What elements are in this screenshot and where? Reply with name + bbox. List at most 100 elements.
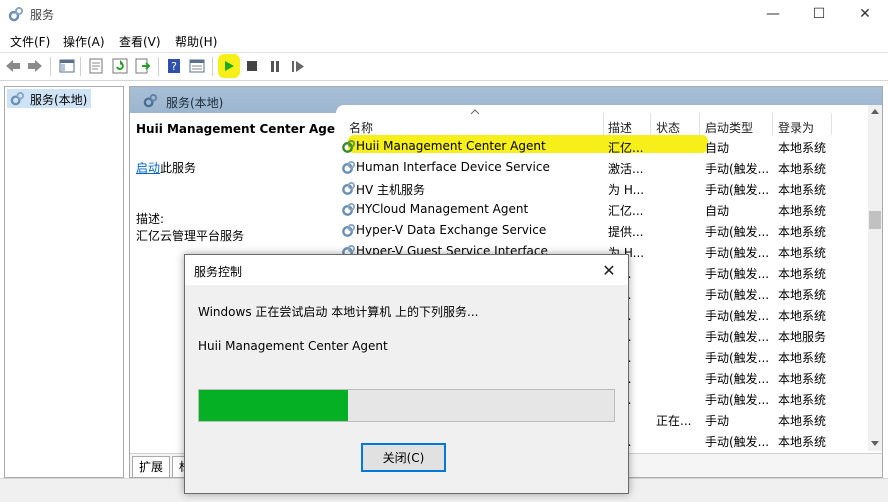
- dialog-service-name: Huii Management Center Agent: [198, 339, 388, 353]
- column-divider: [831, 113, 832, 135]
- title-bar: 服务 — ☐ ✕: [0, 0, 888, 28]
- progress-bar: [198, 389, 615, 422]
- service-gear-icon: [342, 181, 356, 195]
- scroll-up-icon[interactable]: [871, 109, 879, 114]
- cell-desc: 激活...: [608, 162, 644, 176]
- cell-startup: 手动: [705, 414, 730, 428]
- menu-view[interactable]: 查看(V): [119, 33, 161, 50]
- column-divider: [650, 113, 651, 135]
- scroll-down-icon[interactable]: [871, 441, 879, 446]
- cell-startup: 手动(触发...: [705, 162, 770, 176]
- toolbar: ?: [0, 52, 888, 81]
- cell-startup: 手动(触发...: [705, 183, 770, 197]
- cell-status: 正在...: [656, 414, 692, 428]
- export-list-icon[interactable]: [134, 57, 152, 75]
- cell-logon: 本地系统: [778, 204, 827, 218]
- sort-ascending-icon: [470, 109, 480, 115]
- window-title: 服务: [30, 8, 55, 22]
- cell-logon: 本地系统: [778, 414, 827, 428]
- cell-logon: 本地系统: [778, 267, 827, 281]
- column-divider: [699, 113, 700, 135]
- vertical-scrollbar[interactable]: [868, 105, 882, 451]
- cell-logon: 本地系统: [778, 162, 827, 176]
- cell-startup: 手动(触发...: [705, 393, 770, 407]
- dialog-title: 服务控制: [194, 265, 243, 279]
- selected-service-name: Huii Management Center Agent: [136, 122, 350, 136]
- console-tree-icon[interactable]: [58, 57, 76, 75]
- cell-name: HYCloud Management Agent: [356, 202, 529, 216]
- cell-name: Huii Management Center Agent: [356, 139, 546, 153]
- description-text: 汇亿云管理平台服务: [136, 229, 245, 243]
- dialog-close-icon[interactable]: ✕: [595, 258, 623, 282]
- column-header-log-on-as[interactable]: 登录为: [778, 119, 814, 136]
- cell-logon: 本地系统: [778, 141, 827, 155]
- start-service-link[interactable]: 启动: [136, 159, 160, 176]
- column-header-startup-type[interactable]: 启动类型: [705, 119, 753, 136]
- menu-action[interactable]: 操作(A): [63, 33, 105, 50]
- cell-name: Human Interface Device Service: [356, 160, 550, 174]
- column-header-name[interactable]: 名称: [349, 119, 373, 136]
- stop-icon[interactable]: [243, 57, 261, 75]
- forward-arrow-icon[interactable]: [26, 57, 44, 75]
- cell-startup: 手动(触发...: [705, 330, 770, 344]
- tab-extended[interactable]: 扩展: [132, 456, 171, 477]
- cell-logon: 本地系统: [778, 351, 827, 365]
- table-row[interactable]: Human Interface Device Service 激活... 手动(触发…: [336, 157, 868, 178]
- service-gear-icon: [342, 202, 356, 216]
- resume-icon[interactable]: [289, 57, 307, 75]
- tree-item-label: 服务(本地): [30, 93, 88, 107]
- start-icon[interactable]: [220, 57, 238, 75]
- service-gear-icon: [342, 139, 356, 153]
- cell-logon: 本地系统: [778, 435, 827, 449]
- cell-startup: 手动(触发...: [705, 288, 770, 302]
- column-divider: [603, 113, 604, 135]
- dialog-message: Windows 正在尝试启动 本地计算机 上的下列服务...: [198, 305, 479, 319]
- column-header-description[interactable]: 描述: [608, 119, 632, 136]
- service-gear-icon: [342, 160, 356, 174]
- cell-desc: 提供...: [608, 225, 644, 239]
- close-button[interactable]: 关闭(C): [361, 443, 446, 472]
- cell-startup: 手动(触发...: [705, 267, 770, 281]
- column-header-status[interactable]: 状态: [656, 119, 680, 136]
- cell-startup: 手动(触发...: [705, 372, 770, 386]
- cell-name: HV 主机服务: [356, 183, 426, 197]
- cell-desc: 为 H...: [608, 183, 645, 197]
- cell-startup: 手动(触发...: [705, 351, 770, 365]
- menu-help[interactable]: 帮助(H): [175, 33, 217, 50]
- cell-startup: 手动(触发...: [705, 246, 770, 260]
- cell-startup: 自动: [705, 204, 730, 218]
- service-control-dialog: 服务控制 ✕ Windows 正在尝试启动 本地计算机 上的下列服务... Hu…: [184, 254, 629, 494]
- cell-desc: 汇亿...: [608, 141, 644, 155]
- table-row[interactable]: HV 主机服务 为 H... 手动(触发... 本地系统: [336, 178, 868, 199]
- table-row[interactable]: HYCloud Management Agent 汇亿... 自动 本地系统: [336, 199, 868, 220]
- view-icon[interactable]: [188, 57, 206, 75]
- cell-logon: 本地服务: [778, 330, 827, 344]
- scrollbar-thumb[interactable]: [869, 211, 881, 229]
- panel-header-title: 服务(本地): [166, 96, 224, 110]
- svg-text:?: ?: [171, 60, 177, 73]
- cell-startup: 手动(触发...: [705, 309, 770, 323]
- back-arrow-icon[interactable]: [4, 57, 22, 75]
- pause-icon[interactable]: [266, 57, 284, 75]
- properties-icon[interactable]: [87, 57, 105, 75]
- table-row[interactable]: Hyper-V Data Exchange Service 提供... 手动(触发.…: [336, 220, 868, 241]
- cell-desc: 汇亿...: [608, 204, 644, 218]
- minimize-button[interactable]: —: [750, 0, 796, 28]
- close-window-button[interactable]: ✕: [842, 0, 888, 28]
- console-tree: 服务(本地): [4, 86, 124, 478]
- start-service-suffix: 此服务: [160, 161, 197, 175]
- column-divider: [772, 113, 773, 135]
- menu-file[interactable]: 文件(F): [10, 33, 50, 50]
- table-row[interactable]: Huii Management Center Agent 汇亿... 自动 本地系统: [336, 136, 868, 157]
- cell-name: Hyper-V Data Exchange Service: [356, 223, 547, 237]
- maximize-button[interactable]: ☐: [796, 0, 842, 28]
- help-icon[interactable]: ?: [165, 57, 183, 75]
- toolbar-separator: [80, 57, 81, 76]
- cell-startup: 手动(触发...: [705, 225, 770, 239]
- cell-logon: 本地系统: [778, 246, 827, 260]
- toolbar-separator: [212, 57, 213, 76]
- services-gear-icon: [10, 91, 25, 106]
- tree-item-services-local[interactable]: 服务(本地): [7, 89, 91, 108]
- refresh-icon[interactable]: [111, 57, 129, 75]
- cell-logon: 本地系统: [778, 393, 827, 407]
